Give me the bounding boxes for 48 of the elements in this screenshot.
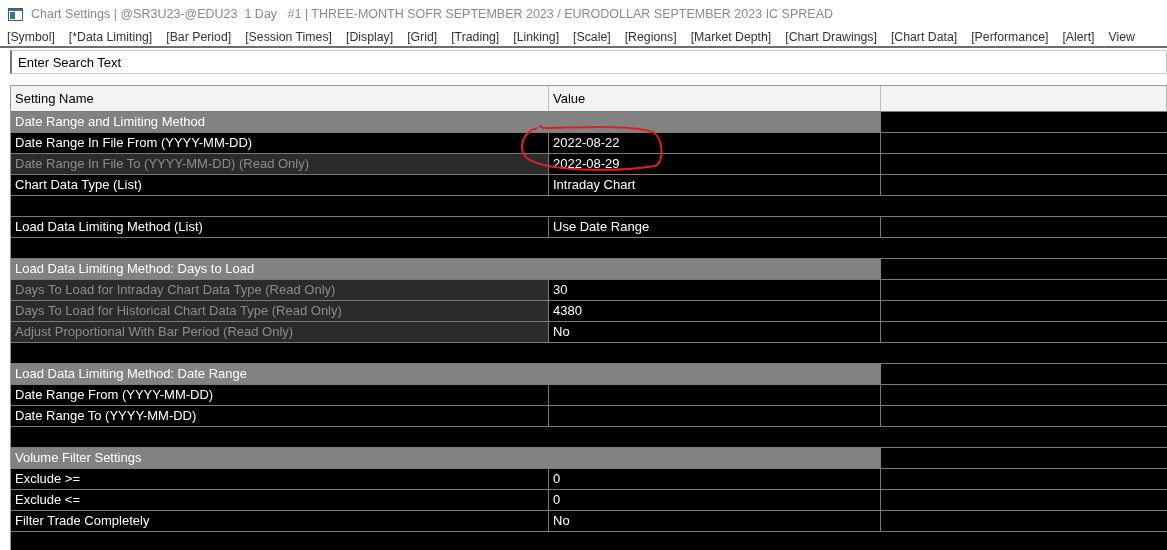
setting-value[interactable]: 0 [549, 490, 881, 511]
menu-item[interactable]: [*Data Limiting] [68, 27, 153, 47]
menu-item[interactable]: [Symbol] [7, 27, 55, 47]
window-icon [8, 7, 23, 21]
menu-item[interactable]: [Market Depth] [690, 27, 772, 47]
menu-item[interactable]: [Alert] [1062, 27, 1095, 47]
setting-value: No [549, 322, 881, 343]
setting-name[interactable]: Days To Load for Historical Chart Data Type (Read Only) [11, 301, 549, 322]
setting-name[interactable]: Load Data Limiting Method (List) [11, 217, 549, 238]
section-header: Date Range and Limiting Method [11, 112, 881, 133]
setting-value[interactable]: Use Date Range [549, 217, 881, 238]
menu-item[interactable]: [Scale] [573, 27, 611, 47]
setting-name[interactable]: Date Range To (YYYY-MM-DD) [11, 406, 549, 427]
column-header[interactable]: Value [549, 86, 881, 112]
search-field[interactable]: Enter Search Text [10, 50, 1167, 74]
menu-item[interactable]: [Chart Data] [890, 27, 958, 47]
setting-name[interactable]: Date Range In File To (YYYY-MM-DD) (Read Only) [11, 154, 549, 175]
setting-value: 4380 [549, 301, 881, 322]
menu-item[interactable]: View [1108, 27, 1135, 47]
setting-name[interactable]: Adjust Proportional With Bar Period (Read Only) [11, 322, 549, 343]
menu-item[interactable]: [Grid] [407, 27, 438, 47]
menu-item[interactable]: [Performance] [971, 27, 1049, 47]
setting-name[interactable]: Exclude >= [11, 469, 549, 490]
column-header[interactable]: Setting Name [11, 86, 549, 112]
setting-name[interactable]: Date Range From (YYYY-MM-DD) [11, 385, 549, 406]
menu-item[interactable]: [Regions] [624, 27, 677, 47]
menu-item[interactable]: [Bar Period] [166, 27, 232, 47]
setting-value: 30 [549, 280, 881, 301]
setting-value[interactable]: Intraday Chart [549, 175, 881, 196]
menu-item[interactable]: [Session Times] [245, 27, 332, 47]
setting-name[interactable]: Exclude <= [11, 490, 549, 511]
section-header: Load Data Limiting Method: Date Range [11, 364, 881, 385]
setting-name[interactable]: Chart Data Type (List) [11, 175, 549, 196]
setting-name[interactable]: Filter Trade Completely [11, 511, 549, 532]
setting-value[interactable]: No [549, 511, 881, 532]
menu-item[interactable]: [Chart Drawings] [785, 27, 877, 47]
menu-item[interactable]: [Trading] [451, 27, 500, 47]
section-header: Volume Filter Settings [11, 448, 881, 469]
menu-item[interactable]: [Display] [345, 27, 394, 47]
setting-name[interactable]: Days To Load for Intraday Chart Data Type (Read Only) [11, 280, 549, 301]
window-title: Chart Settings | @SR3U23-@EDU23 1 Day #1 | THREE-MONTH SOFR SEPTEMBER 2023 / EURODOLLAR SEPTEMBER 2023 IC SPREAD [31, 5, 834, 23]
menu-item[interactable]: [Linking] [513, 27, 560, 47]
setting-value[interactable]: 2022-08-22 [549, 133, 881, 154]
setting-value: 2022-08-29 [549, 154, 881, 175]
value-cell[interactable] [549, 406, 881, 427]
value-cell[interactable] [549, 385, 881, 406]
section-header: Load Data Limiting Method: Days to Load [11, 259, 881, 280]
setting-value[interactable]: 0 [549, 469, 881, 490]
